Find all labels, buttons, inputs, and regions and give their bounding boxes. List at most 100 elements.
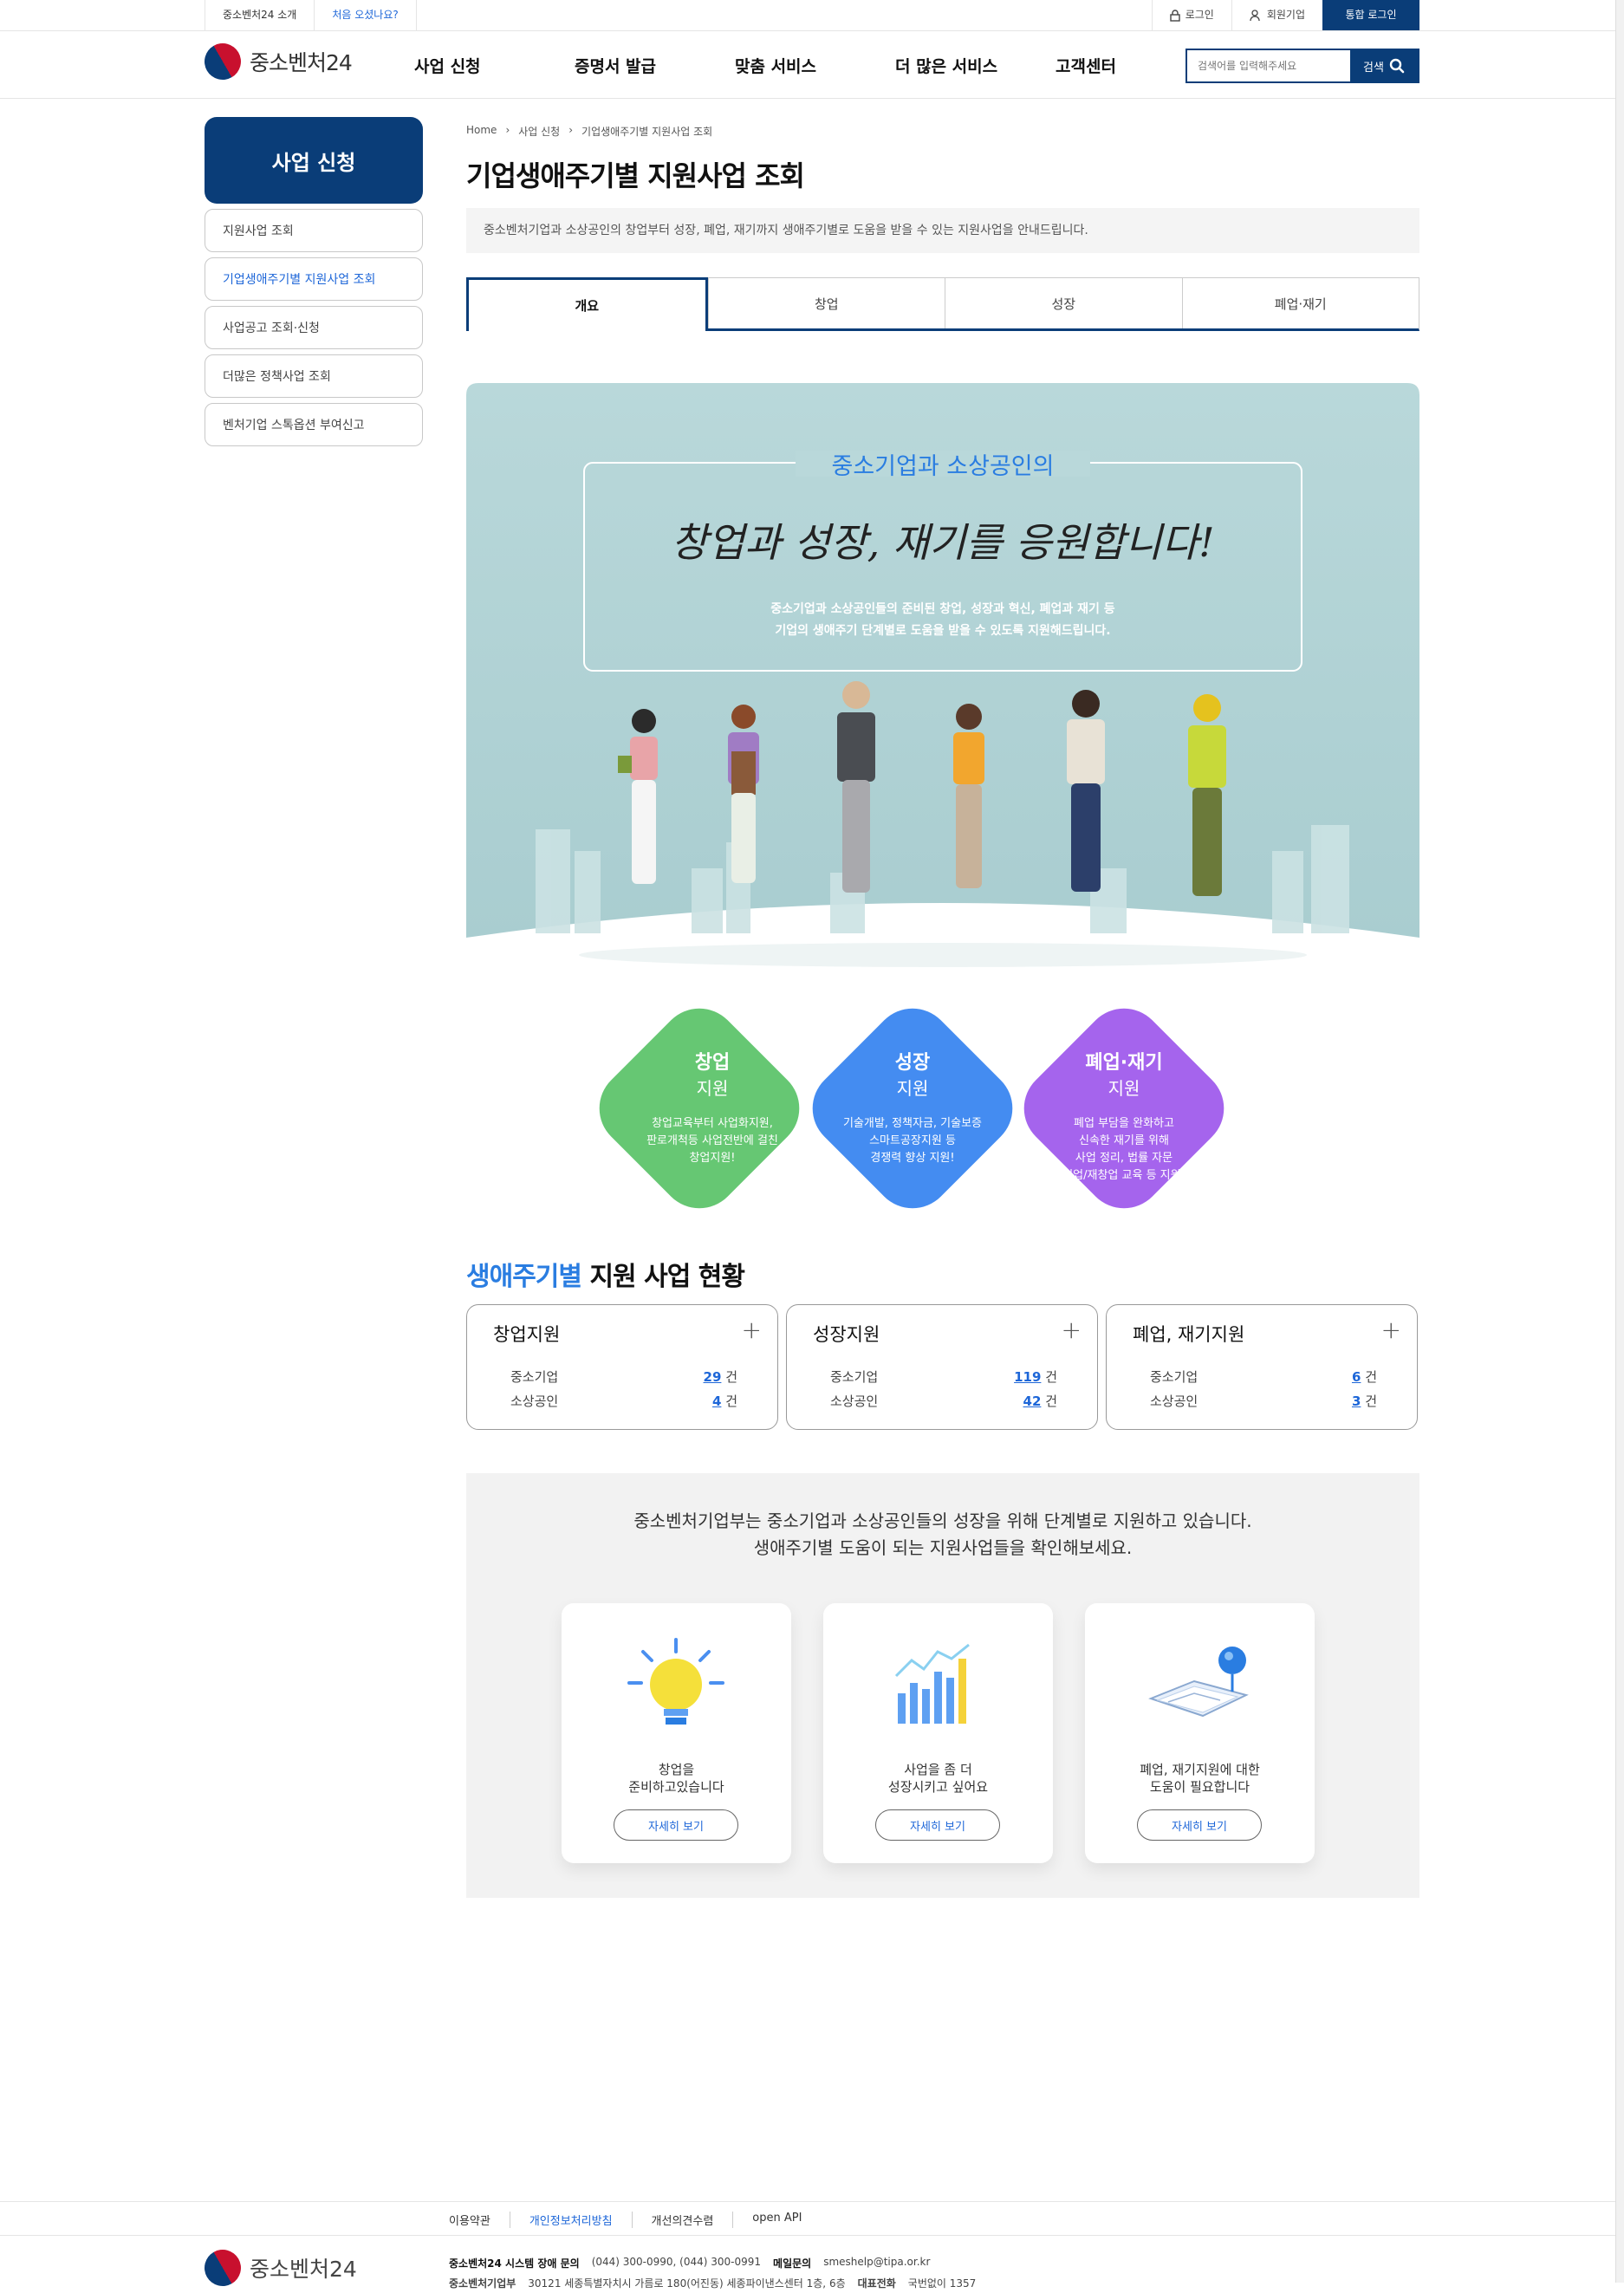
status-unit: 건 bbox=[1045, 1393, 1057, 1409]
footer-contact: 중소벤처24 시스템 장애 문의 (044) 300-0990, (044) 3… bbox=[449, 2256, 930, 2270]
status-unit: 건 bbox=[1365, 1393, 1377, 1409]
footer-link-feedback[interactable]: 개선의견수렴 bbox=[631, 2212, 733, 2228]
main-menu: 사업 신청 증명서 발급 맞춤 서비스 더 많은 서비스 고객센터 bbox=[414, 31, 1216, 99]
breadcrumb: Home › 사업 신청 › 기업생애주기별 지원사업 조회 bbox=[466, 124, 712, 139]
guide-message: 중소벤처기업부는 중소기업과 소상공인들의 성장을 위해 단계별로 지원하고 있… bbox=[466, 1508, 1419, 1562]
guide-card-startup: 창업을 준비하고있습니다 자세히 보기 bbox=[562, 1603, 791, 1863]
sidebar-item-more-policy[interactable]: 더많은 정책사업 조회 bbox=[205, 354, 423, 398]
footer-logo-text: 중소벤처24 bbox=[250, 2257, 357, 2282]
diamond-restart-line: 사업 정리, 법률 자문 bbox=[1075, 1152, 1173, 1165]
footer-link-privacy[interactable]: 개인정보처리방침 bbox=[509, 2212, 632, 2228]
page-title: 기업생애주기별 지원사업 조회 bbox=[466, 159, 805, 192]
guide-card-text: 사업을 좀 더 성장시키고 싶어요 bbox=[823, 1761, 1053, 1796]
detail-button-growth[interactable]: 자세히 보기 bbox=[875, 1809, 1000, 1841]
status-unit: 건 bbox=[1045, 1369, 1057, 1385]
status-title-highlight: 생애주기별 bbox=[466, 1262, 582, 1292]
guide-card-growth: 사업을 좀 더 성장시키고 싶어요 자세히 보기 bbox=[823, 1603, 1053, 1863]
status-card-restart[interactable]: 폐업, 재기지원 + 중소기업 6 건 소상공인 3 건 bbox=[1106, 1304, 1418, 1430]
hero-heading: 중소기업과 소상공인의 bbox=[831, 453, 1055, 480]
guide-message-line2: 생애주기별 도움이 되는 지원사업들을 확인해보세요. bbox=[753, 1537, 1133, 1558]
first-visit-link[interactable]: 처음 오셨나요? bbox=[315, 0, 417, 30]
footer-link-open-api[interactable]: open API bbox=[732, 2212, 821, 2228]
menu-certificate[interactable]: 증명서 발급 bbox=[575, 54, 735, 77]
page-description: 중소벤처기업과 소상공인의 창업부터 성장, 폐업, 재기까지 생애주기별로 도… bbox=[466, 208, 1419, 253]
taegeuk-logo-icon bbox=[198, 2243, 248, 2293]
status-count-link[interactable]: 3 bbox=[1352, 1393, 1361, 1409]
diamond-growth-line: 경쟁력 향상 지원! bbox=[870, 1152, 955, 1165]
tab-closure-restart[interactable]: 폐업·재기 bbox=[1181, 278, 1419, 328]
footer-tel: 국번없이 1357 bbox=[907, 2277, 977, 2290]
status-row: 소상공인 4 건 bbox=[510, 1392, 737, 1410]
plus-icon[interactable]: + bbox=[1062, 1315, 1082, 1344]
diamond-growth-sub: 지원 bbox=[896, 1078, 929, 1099]
plus-icon[interactable]: + bbox=[1381, 1315, 1401, 1344]
diamond-startup-sub: 지원 bbox=[696, 1078, 729, 1099]
diamond-growth-line: 스마트공장지원 등 bbox=[869, 1134, 956, 1147]
tab-overview[interactable]: 개요 bbox=[466, 277, 708, 331]
about-link[interactable]: 중소벤처24 소개 bbox=[205, 0, 315, 30]
footer-mail-label: 메일문의 bbox=[773, 2257, 812, 2270]
sidebar-item-announcement[interactable]: 사업공고 조회·신청 bbox=[205, 306, 423, 349]
menu-more-services[interactable]: 더 많은 서비스 bbox=[895, 54, 1056, 77]
detail-button-startup[interactable]: 자세히 보기 bbox=[614, 1809, 738, 1841]
map-pin-icon bbox=[1148, 1647, 1249, 1718]
status-unit: 건 bbox=[725, 1369, 737, 1385]
status-count-link[interactable]: 29 bbox=[704, 1369, 722, 1385]
search-input[interactable] bbox=[1187, 50, 1350, 81]
site-logo[interactable]: 중소벤처24 bbox=[198, 36, 353, 87]
footer-inquiry-label: 중소벤처24 시스템 장애 문의 bbox=[449, 2257, 580, 2270]
diamond-restart-line: 신속한 재기를 위해 bbox=[1079, 1134, 1169, 1147]
guide-card-text: 창업을 준비하고있습니다 bbox=[562, 1761, 791, 1796]
sidebar-item-stock-option[interactable]: 벤처기업 스톡옵션 부여신고 bbox=[205, 403, 423, 446]
status-card-growth[interactable]: 성장지원 + 중소기업 119 건 소상공인 42 건 bbox=[786, 1304, 1098, 1430]
status-row-label: 소상공인 bbox=[830, 1393, 879, 1409]
diamond-restart-sub: 지원 bbox=[1108, 1078, 1140, 1099]
status-row: 소상공인 42 건 bbox=[830, 1392, 1057, 1410]
search-button-label: 검색 bbox=[1363, 61, 1384, 75]
diamond-restart-title: 폐업·재기 bbox=[1085, 1052, 1163, 1074]
breadcrumb-level1[interactable]: 사업 신청 bbox=[518, 124, 560, 139]
hero-banner: 중소기업과 소상공인의 창업과 성장, 재기를 응원합니다! 중소기업과 소상공… bbox=[466, 383, 1419, 990]
status-card-title: 폐업, 재기지원 bbox=[1133, 1324, 1245, 1345]
tab-growth[interactable]: 성장 bbox=[945, 278, 1182, 328]
sidebar-item-lifecycle[interactable]: 기업생애주기별 지원사업 조회 bbox=[205, 257, 423, 301]
diamond-growth-text[interactable]: 성장 지원 기술개발, 정책자금, 기술보증 스마트공장지원 등 경쟁력 향상 … bbox=[826, 1047, 999, 1167]
detail-button-restart[interactable]: 자세히 보기 bbox=[1137, 1809, 1262, 1841]
status-count-link[interactable]: 6 bbox=[1352, 1369, 1361, 1385]
menu-custom-service[interactable]: 맞춤 서비스 bbox=[735, 54, 895, 77]
unified-login-button[interactable]: 통합 로그인 bbox=[1322, 0, 1419, 30]
footer-link-terms[interactable]: 이용약관 bbox=[449, 2212, 510, 2228]
status-row-label: 소상공인 bbox=[510, 1393, 559, 1409]
footer-phone: (044) 300-0990, (044) 300-0991 bbox=[591, 2256, 762, 2268]
diamond-restart-text[interactable]: 폐업·재기 지원 폐업 부담을 완화하고 신속한 재기를 위해 사업 정리, 법… bbox=[1037, 1047, 1211, 1185]
status-card-startup[interactable]: 창업지원 + 중소기업 29 건 소상공인 4 건 bbox=[466, 1304, 778, 1430]
member-company-link[interactable]: 회원기업 bbox=[1231, 0, 1322, 30]
tab-startup[interactable]: 창업 bbox=[707, 278, 945, 328]
status-row-label: 중소기업 bbox=[1150, 1369, 1199, 1385]
footer-address: 중소벤처기업부 30121 세종특별자치시 가름로 180(어진동) 세종파이낸… bbox=[449, 2276, 976, 2290]
login-link[interactable]: 로그인 bbox=[1151, 0, 1231, 30]
guide-section: 중소벤처기업부는 중소기업과 소상공인들의 성장을 위해 단계별로 지원하고 있… bbox=[466, 1473, 1419, 1898]
sidebar-title: 사업 신청 bbox=[205, 117, 423, 204]
lock-icon bbox=[1170, 9, 1180, 22]
status-count-link[interactable]: 119 bbox=[1014, 1369, 1041, 1385]
page-scrollbar[interactable] bbox=[1615, 0, 1624, 2283]
status-count-link[interactable]: 4 bbox=[712, 1393, 721, 1409]
guide-card-line2: 도움이 필요합니다 bbox=[1149, 1779, 1250, 1795]
breadcrumb-home[interactable]: Home bbox=[466, 124, 497, 139]
guide-card-line1: 사업을 좀 더 bbox=[904, 1762, 972, 1777]
diamond-startup-line: 창업지원! bbox=[689, 1152, 736, 1165]
user-plus-icon bbox=[1250, 9, 1260, 21]
status-count-link[interactable]: 42 bbox=[1023, 1393, 1042, 1409]
lifecycle-tabs: 개요 창업 성장 폐업·재기 bbox=[466, 277, 1419, 331]
logo-text: 중소벤처24 bbox=[250, 50, 353, 75]
plus-icon[interactable]: + bbox=[742, 1315, 762, 1344]
menu-business-apply[interactable]: 사업 신청 bbox=[414, 54, 575, 77]
chevron-right-icon: › bbox=[505, 124, 510, 136]
diamond-startup-text[interactable]: 창업 지원 창업교육부터 사업화지원, 판로개척등 사업전반에 걸친 창업지원! bbox=[626, 1047, 799, 1167]
footer-mail[interactable]: smeshelp@tipa.or.kr bbox=[823, 2256, 930, 2270]
search-button[interactable]: 검색 bbox=[1350, 50, 1418, 81]
chevron-right-icon: › bbox=[568, 124, 574, 136]
footer-addr-label: 중소벤처기업부 bbox=[449, 2277, 516, 2290]
sidebar-item-support-search[interactable]: 지원사업 조회 bbox=[205, 209, 423, 252]
